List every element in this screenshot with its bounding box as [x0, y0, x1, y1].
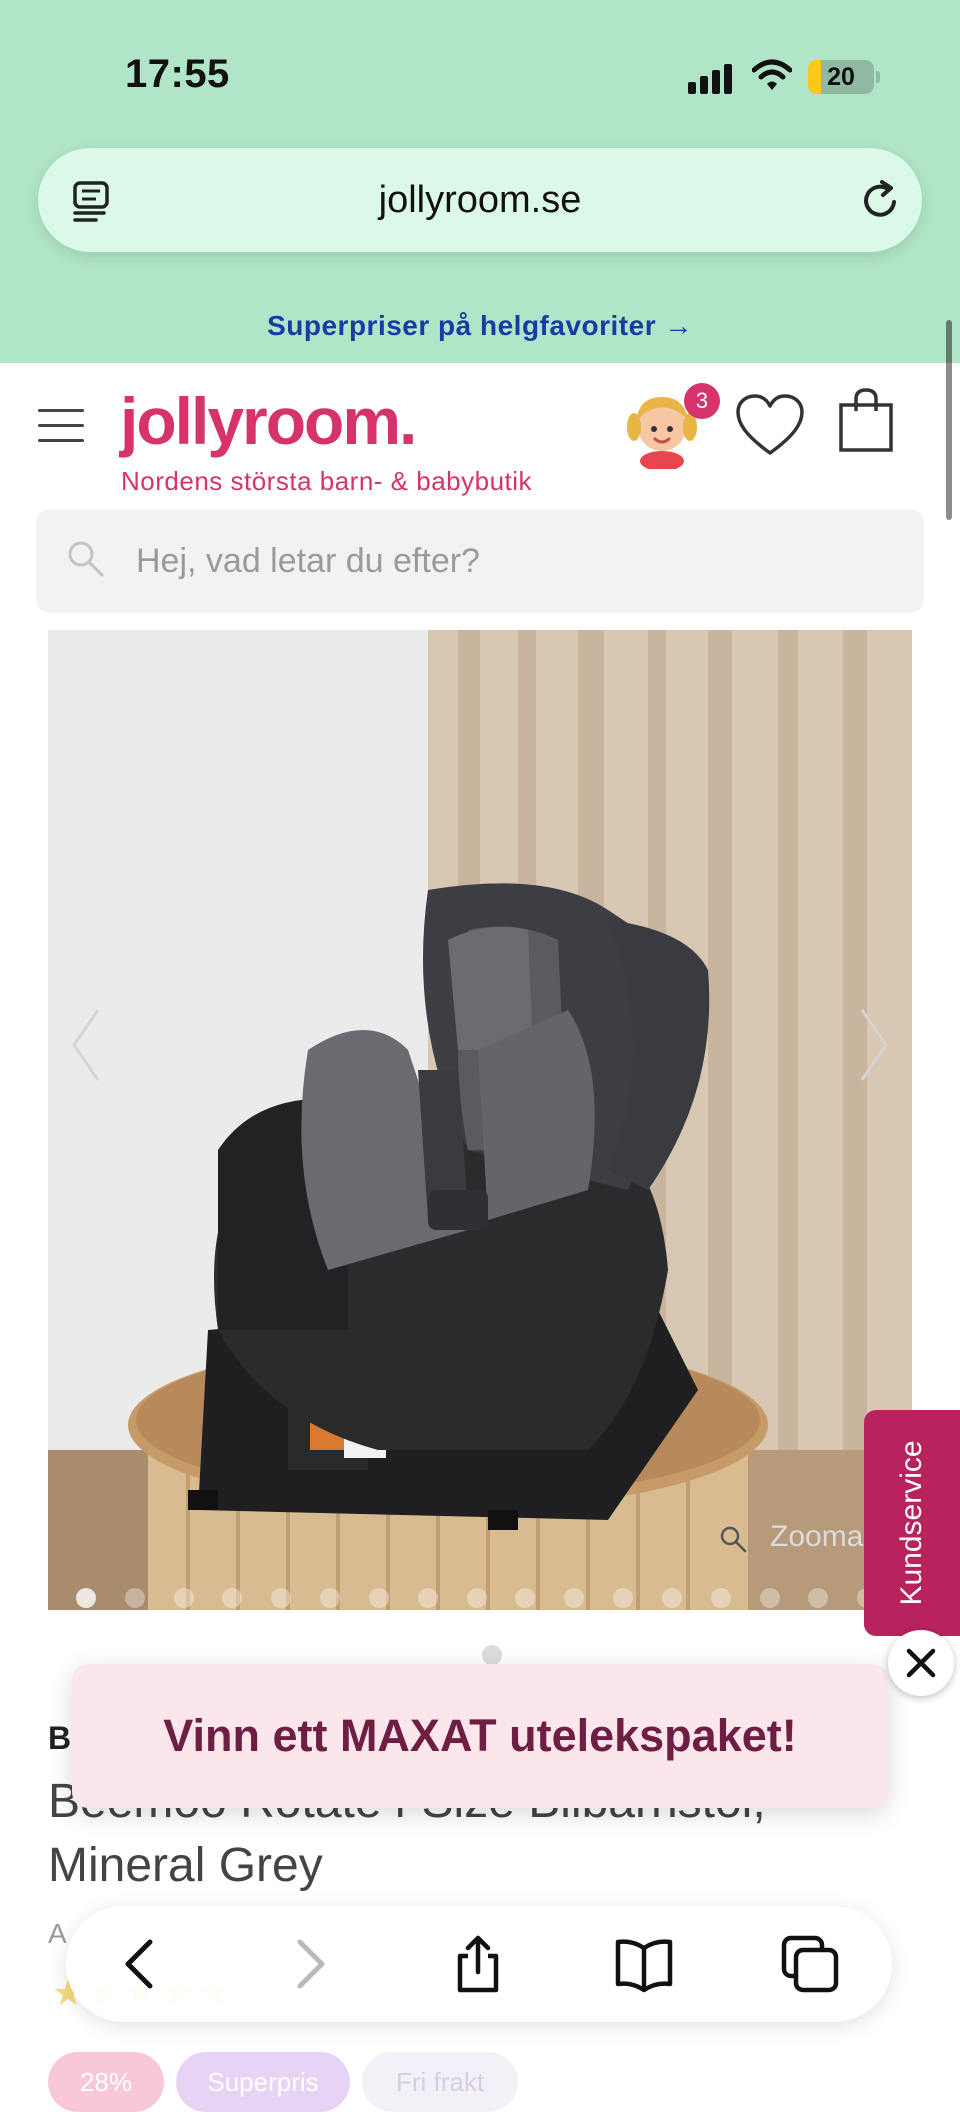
- discount-tag: 28%: [48, 2052, 164, 2112]
- battery-indicator: 20: [808, 60, 874, 94]
- gallery-dot[interactable]: [515, 1588, 535, 1608]
- gallery-dot[interactable]: [711, 1588, 731, 1608]
- browser-chrome: 17:55 20 jollyroom.se Superpriser på hel…: [0, 0, 960, 363]
- customer-service-label: Kundservice: [895, 1440, 928, 1606]
- gallery-thumbnail-dots[interactable]: [76, 1588, 906, 1608]
- cellular-signal-icon: [688, 62, 736, 94]
- promo-popup-text[interactable]: Vinn ett MAXAT utelekspaket!: [72, 1664, 888, 1808]
- article-number: A: [48, 1918, 67, 1949]
- zoom-magnifier-icon: [720, 1526, 747, 1553]
- gallery-dot[interactable]: [613, 1588, 633, 1608]
- gallery-dot[interactable]: [320, 1588, 340, 1608]
- product-brand[interactable]: B: [48, 1720, 71, 1757]
- gallery-dot[interactable]: [418, 1588, 438, 1608]
- search-input[interactable]: [136, 509, 896, 613]
- url-bar[interactable]: jollyroom.se: [38, 148, 922, 252]
- superpris-tag: Superpris: [176, 2052, 350, 2112]
- zoom-label: Zooma: [770, 1520, 864, 1553]
- carousel-indicator-dot: [482, 1645, 502, 1665]
- browser-toolbar: [66, 1906, 892, 2022]
- gallery-next-icon[interactable]: [854, 1000, 894, 1090]
- free-shipping-tag: Fri frakt: [362, 2052, 518, 2112]
- gallery-dot[interactable]: [564, 1588, 584, 1608]
- customer-service-tab[interactable]: Kundservice: [864, 1410, 960, 1636]
- search-icon: [68, 541, 104, 577]
- promo-popup[interactable]: Vinn ett MAXAT utelekspaket!: [72, 1664, 888, 1808]
- search-box[interactable]: [36, 509, 924, 613]
- gallery-prev-icon[interactable]: [66, 1000, 106, 1090]
- gallery-dot[interactable]: [369, 1588, 389, 1608]
- wifi-icon: [752, 59, 792, 90]
- gallery-dot[interactable]: [222, 1588, 242, 1608]
- gallery-dot[interactable]: [76, 1588, 96, 1608]
- status-time: 17:55: [125, 52, 230, 96]
- heart-icon[interactable]: [735, 393, 805, 459]
- close-icon: [906, 1648, 936, 1678]
- promo-banner-link[interactable]: Superpriser på helgfavoriter →: [0, 310, 960, 342]
- gallery-dot[interactable]: [760, 1588, 780, 1608]
- battery-percent: 20: [827, 63, 855, 91]
- site-header: jollyroom. Nordens största barn- & babyb…: [0, 363, 960, 628]
- tabs-icon[interactable]: [780, 1934, 840, 1994]
- gallery-dot[interactable]: [271, 1588, 291, 1608]
- url-text[interactable]: jollyroom.se: [38, 148, 922, 252]
- avatar-badge: 3: [684, 383, 720, 419]
- gallery-dot[interactable]: [125, 1588, 145, 1608]
- forward-arrow-icon[interactable]: [278, 1934, 338, 1994]
- back-arrow-icon[interactable]: [112, 1934, 172, 1994]
- hamburger-menu-icon[interactable]: [38, 409, 84, 443]
- shopping-bag-icon[interactable]: [838, 387, 894, 453]
- reload-icon[interactable]: [858, 178, 902, 222]
- bookmarks-icon[interactable]: [614, 1934, 674, 1994]
- share-icon[interactable]: [448, 1934, 508, 1994]
- gallery-dot[interactable]: [467, 1588, 487, 1608]
- gallery-dot[interactable]: [662, 1588, 682, 1608]
- page-scrollbar[interactable]: [946, 320, 952, 520]
- gallery-dot[interactable]: [174, 1588, 194, 1608]
- product-image-gallery[interactable]: Zooma: [48, 630, 912, 1610]
- site-logo[interactable]: jollyroom.: [120, 383, 417, 459]
- gallery-dot[interactable]: [808, 1588, 828, 1608]
- product-image: [48, 630, 912, 1610]
- site-tagline: Nordens största barn- & babybutik: [121, 466, 533, 496]
- battery-nub: [876, 71, 880, 83]
- popup-close-button[interactable]: [888, 1630, 954, 1696]
